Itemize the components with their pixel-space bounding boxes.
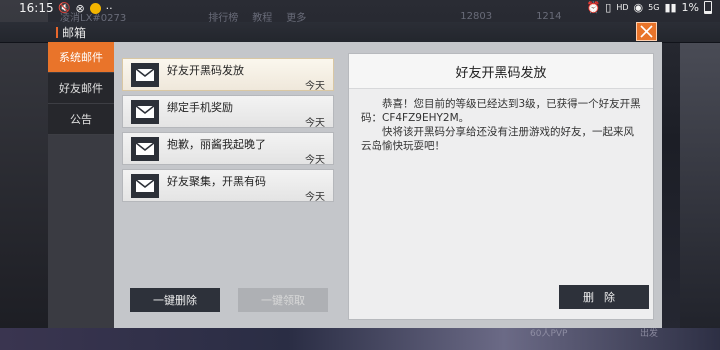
envelope-icon bbox=[131, 63, 159, 87]
close-button[interactable] bbox=[636, 22, 657, 41]
window-title: 邮箱 bbox=[55, 26, 87, 40]
network-hd-label: HD bbox=[616, 3, 629, 12]
mail-main-panel: 好友开黑码发放 今天 绑定手机奖励 今天 抱歉，丽酱我起晚了 今天 好友聚集，开… bbox=[114, 42, 662, 328]
status-icons-left: 🔇 ⊗ ·· bbox=[58, 2, 113, 15]
status-icons-right: ⏰ ▯ HD ◉ 5G ▮▮ 1% bbox=[587, 1, 712, 14]
vibrate-icon: ▯ bbox=[605, 1, 612, 14]
mail-title: 绑定手机奖励 bbox=[167, 101, 233, 114]
background-left-art bbox=[0, 0, 48, 350]
status-bar: 16:15 🔇 ⊗ ·· ⏰ ▯ HD ◉ 5G ▮▮ 1% bbox=[0, 0, 720, 16]
battery-icon bbox=[704, 1, 712, 14]
mail-date: 今天 bbox=[305, 81, 325, 92]
mail-title: 好友开黑码发放 bbox=[167, 64, 244, 77]
list-item[interactable]: 好友开黑码发放 今天 bbox=[122, 58, 334, 92]
close-icon bbox=[640, 25, 653, 38]
tab-announcement[interactable]: 公告 bbox=[48, 104, 114, 135]
delete-all-button[interactable]: 一键删除 bbox=[130, 288, 220, 312]
mail-category-sidebar: 系统邮件 好友邮件 公告 bbox=[48, 42, 114, 328]
mail-detail-paragraph: 快将该开黑码分享给还没有注册游戏的好友，一起来风云岛愉快玩耍吧！ bbox=[361, 126, 634, 152]
background-bottom-art bbox=[0, 328, 720, 350]
mailbox-header: 邮箱 bbox=[0, 22, 720, 43]
mail-date: 今天 bbox=[305, 192, 325, 203]
mute-icon: 🔇 bbox=[58, 3, 71, 14]
more-dots-icon: ·· bbox=[105, 2, 113, 15]
envelope-icon bbox=[131, 137, 159, 161]
mail-detail-body: 恭喜！您目前的等级已经达到3级，已获得一个好友开黑码：CF4FZ9EHY2M。 … bbox=[349, 89, 653, 153]
app-notification-icon bbox=[89, 3, 101, 14]
envelope-icon bbox=[131, 100, 159, 124]
envelope-icon bbox=[131, 174, 159, 198]
list-item[interactable]: 好友聚集，开黑有码 今天 bbox=[122, 169, 334, 203]
wifi-icon: ◉ bbox=[633, 1, 644, 14]
delete-button[interactable]: 删除 bbox=[559, 285, 649, 309]
network-5g-label: 5G bbox=[648, 3, 660, 12]
mail-title: 好友聚集，开黑有码 bbox=[167, 175, 266, 188]
mail-detail-panel: 好友开黑码发放 恭喜！您目前的等级已经达到3级，已获得一个好友开黑码：CF4FZ… bbox=[348, 53, 654, 320]
alarm-icon: ⏰ bbox=[586, 1, 601, 14]
battery-percent: 1% bbox=[681, 1, 699, 14]
background-right-art bbox=[680, 40, 720, 350]
mail-date: 今天 bbox=[305, 155, 325, 166]
mail-detail-title: 好友开黑码发放 bbox=[349, 54, 653, 89]
mail-detail-paragraph: 恭喜！您目前的等级已经达到3级，已获得一个好友开黑码：CF4FZ9EHY2M。 bbox=[361, 98, 641, 124]
tab-friend-mail[interactable]: 好友邮件 bbox=[48, 73, 114, 104]
mail-title: 抱歉，丽酱我起晚了 bbox=[167, 138, 266, 151]
mail-date: 今天 bbox=[305, 118, 325, 129]
cancel-icon: ⊗ bbox=[75, 2, 85, 15]
collect-all-button[interactable]: 一键领取 bbox=[238, 288, 328, 312]
tab-system-mail[interactable]: 系统邮件 bbox=[48, 42, 114, 73]
signal-icon: ▮▮ bbox=[664, 1, 677, 14]
list-item[interactable]: 抱歉，丽酱我起晚了 今天 bbox=[122, 132, 334, 166]
list-item[interactable]: 绑定手机奖励 今天 bbox=[122, 95, 334, 129]
status-time: 16:15 bbox=[19, 1, 54, 15]
mail-list: 好友开黑码发放 今天 绑定手机奖励 今天 抱歉，丽酱我起晚了 今天 好友聚集，开… bbox=[122, 58, 334, 206]
